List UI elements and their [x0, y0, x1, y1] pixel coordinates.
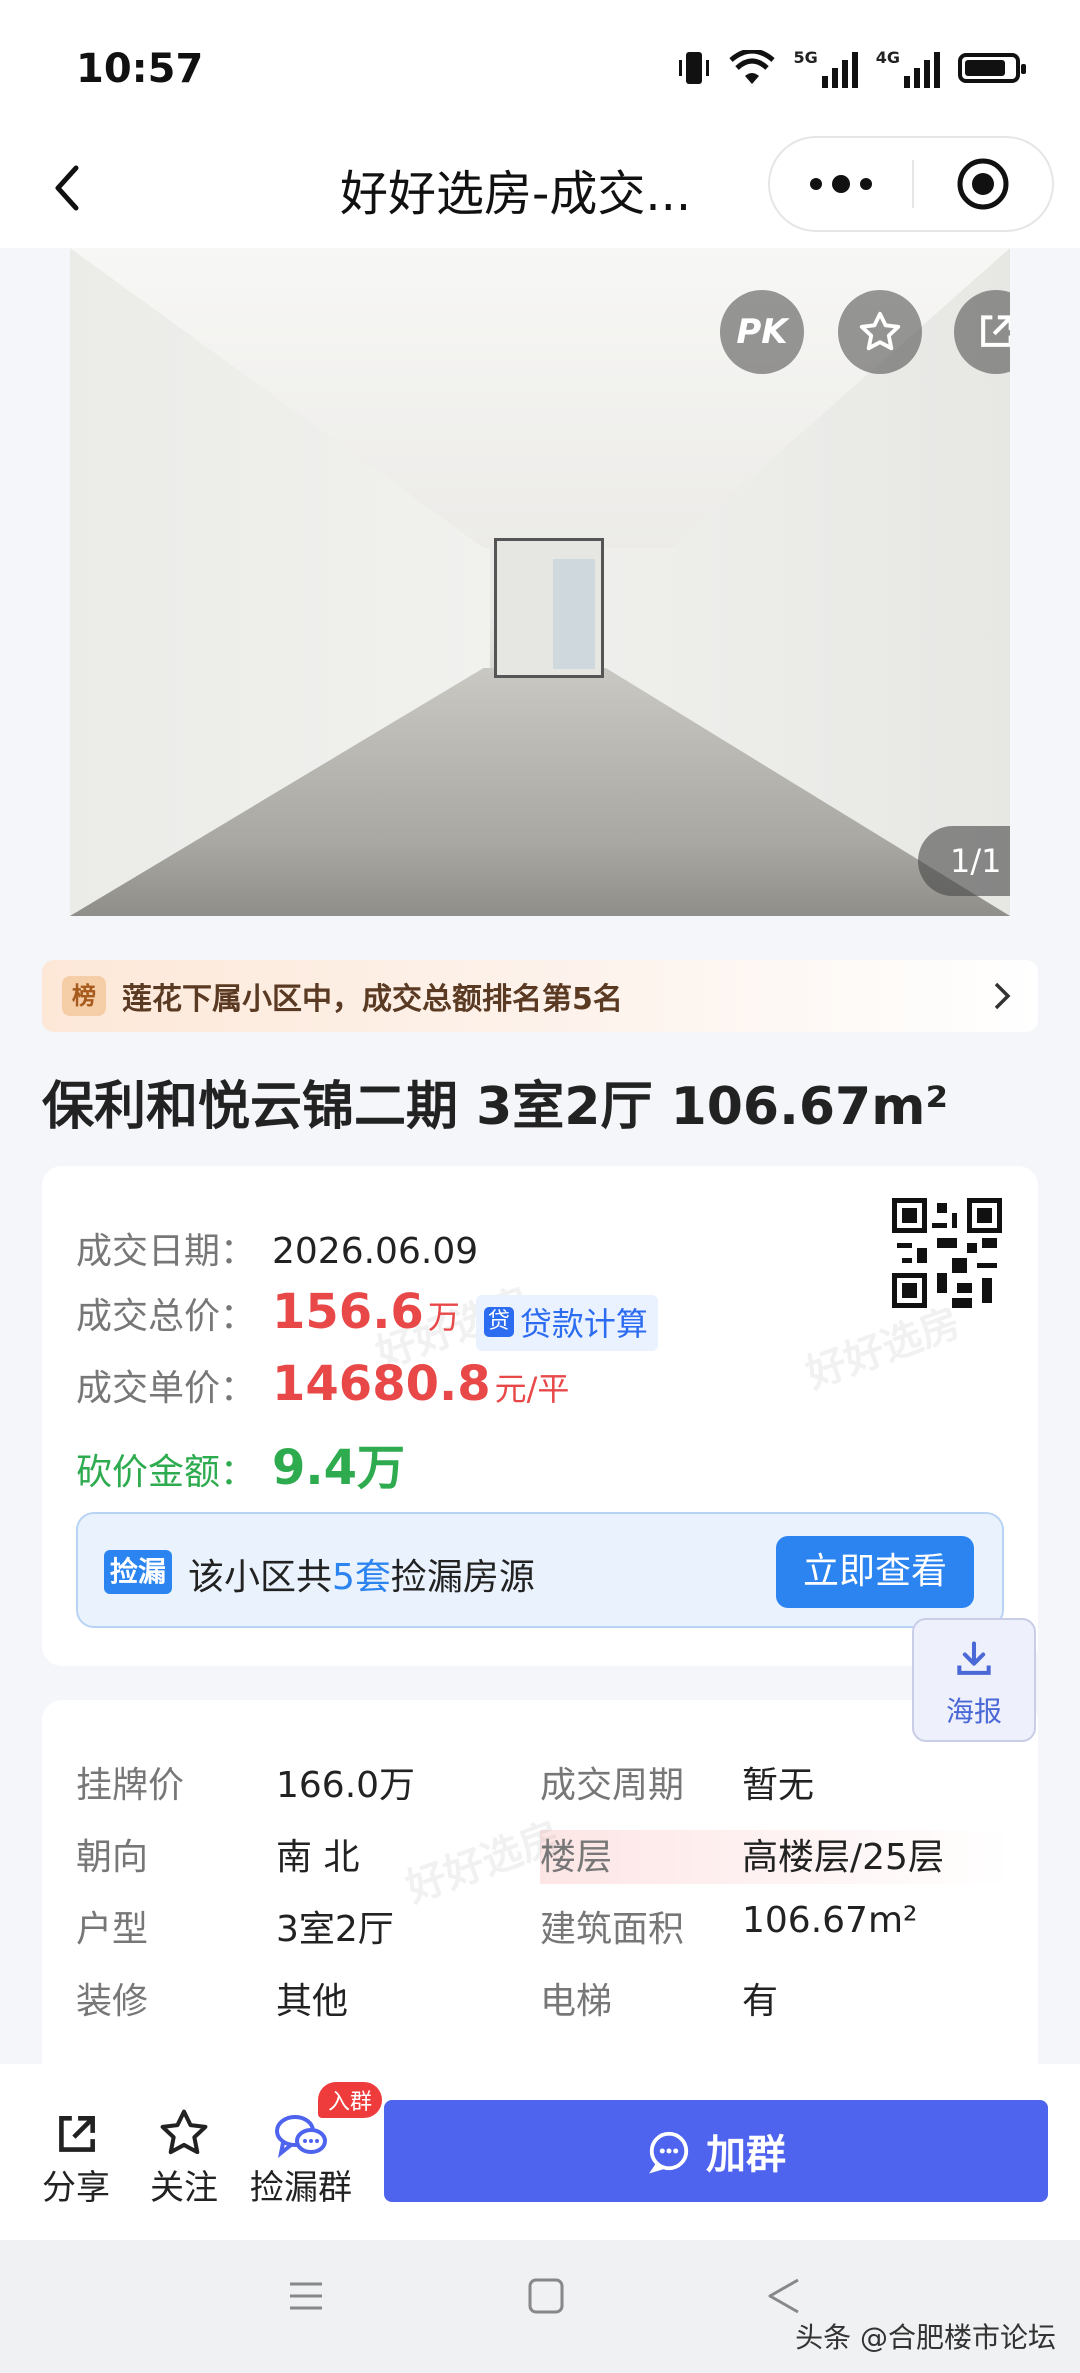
deal-total-row: 成交总价： 156.6 万 贷 贷款计算: [76, 1284, 658, 1351]
share-label: 分享: [42, 2168, 110, 2208]
spec-label: 电梯: [540, 1981, 613, 2022]
group-label: 捡漏群: [250, 2168, 352, 2208]
bargain-row: 砍价金额： 9.4万: [76, 1428, 405, 1498]
more-dot-icon: [832, 175, 850, 193]
detail-sheet: 榜 莲花下属小区中，成交总额排名第5名 保利和悦云锦二期 3室2厅 106.67…: [0, 916, 1080, 2120]
source-watermark: 头条 @合肥楼市论坛: [795, 2321, 1056, 2354]
menu-icon[interactable]: [286, 2276, 326, 2316]
spec-label: 挂牌价: [76, 1765, 185, 1806]
mini-program-capsule: [768, 136, 1054, 232]
bargain-hunt-tag: 捡漏: [104, 1550, 173, 1594]
deal-date-label: 成交日期：: [76, 1231, 257, 1272]
deal-unit-value: 14680.8: [272, 1356, 491, 1412]
spec-label: 成交周期: [540, 1765, 685, 1806]
star-outline-icon: [160, 2109, 208, 2155]
chat-icon: [649, 2131, 689, 2174]
house-photo[interactable]: PK 1/1: [70, 248, 1010, 916]
poster-button[interactable]: 海报: [912, 1618, 1036, 1742]
join-group-label: 加群: [706, 2132, 786, 2178]
photo-window: [494, 538, 604, 678]
loan-calculator-label: 贷款计算: [519, 1305, 648, 1343]
system-nav-bar: 头条 @合肥楼市论坛: [0, 2240, 1080, 2373]
close-mini-program-button[interactable]: [914, 138, 1052, 230]
deal-card: 好好选房 好好选房 成交日期： 2026.06.09 成交总价： 156.6 万…: [42, 1166, 1038, 1666]
rank-text: 莲花下属小区中，成交总额排名第5名: [122, 982, 623, 1017]
deal-total-label: 成交总价：: [76, 1296, 257, 1337]
wifi-icon: [729, 50, 776, 84]
spec-label: 朝向: [76, 1837, 149, 1878]
deal-total-unit: 万: [427, 1298, 460, 1336]
spec-value: 106.67m²: [742, 1900, 918, 1941]
follow-label: 关注: [150, 2168, 218, 2208]
bargain-label: 砍价金额：: [76, 1452, 257, 1493]
rank-tag: 榜: [62, 976, 106, 1016]
bottom-action-bar: 分享 关注 捡漏群 入群 加群: [0, 2064, 1080, 2240]
page-title: 好好选房-成交...: [340, 166, 692, 222]
join-group-button[interactable]: 加群: [384, 2100, 1048, 2202]
spec-value: 高楼层/25层: [742, 1837, 944, 1878]
more-dot-icon: [860, 178, 872, 190]
deal-unit-unit: 元/平: [494, 1370, 570, 1408]
deal-date-value: 2026.06.09: [272, 1231, 479, 1272]
signal-4g-icon: 4G: [876, 48, 940, 88]
qr-code-icon[interactable]: [892, 1198, 1002, 1308]
calculator-icon: 贷: [483, 1307, 514, 1337]
photo-counter: 1/1: [918, 826, 1010, 896]
spec-label: 楼层: [540, 1837, 613, 1878]
target-circle-icon: [957, 158, 1009, 210]
pk-button[interactable]: PK: [720, 290, 804, 374]
share-icon: [59, 2116, 95, 2152]
more-menu-button[interactable]: [770, 138, 912, 230]
home-icon[interactable]: [526, 2276, 566, 2316]
view-now-button[interactable]: 立即查看: [776, 1536, 974, 1608]
spec-value: 暂无: [742, 1765, 815, 1806]
external-share-icon: [981, 315, 1010, 347]
back-arrow-icon[interactable]: [40, 156, 100, 220]
favorite-button[interactable]: [838, 290, 922, 374]
spec-value: 南 北: [276, 1837, 360, 1878]
status-time: 10:57: [76, 46, 204, 92]
share-button[interactable]: 分享: [42, 2104, 110, 2209]
group-button[interactable]: 捡漏群: [250, 2104, 352, 2209]
rank-banner[interactable]: 榜 莲花下属小区中，成交总额排名第5名: [42, 960, 1038, 1032]
status-icons: 5G 4G: [677, 48, 1026, 88]
nav-header: 好好选房-成交...: [0, 130, 1080, 248]
back-triangle-icon[interactable]: [764, 2276, 804, 2316]
deal-unit-label: 成交单价：: [76, 1368, 257, 1409]
join-group-badge: 入群: [318, 2082, 383, 2118]
download-icon: [957, 1641, 991, 1675]
status-bar: 10:57 5G 4G: [0, 0, 1080, 130]
listing-title: 保利和悦云锦二期 3室2厅 106.67m²: [42, 1077, 949, 1137]
loan-calculator-button[interactable]: 贷 贷款计算: [475, 1295, 658, 1351]
star-icon: [859, 311, 901, 351]
spec-value: 其他: [276, 1981, 349, 2022]
spec-label: 建筑面积: [540, 1909, 685, 1950]
more-dot-icon: [810, 178, 822, 190]
bargain-hunt-banner[interactable]: 捡漏 该小区共5套捡漏房源 立即查看: [76, 1512, 1004, 1628]
spec-value: 有: [742, 1981, 779, 2022]
specs-card: 好好选房 挂牌价 166.0万 成交周期 暂无 朝向 南 北 楼层 高楼层/25…: [42, 1700, 1038, 2120]
follow-button[interactable]: 关注: [150, 2104, 218, 2209]
vibrate-icon: [679, 52, 710, 84]
spec-label: 装修: [76, 1981, 149, 2022]
bargain-hunt-text: 该小区共5套捡漏房源: [188, 1557, 535, 1598]
spec-value: 166.0万: [276, 1765, 416, 1806]
poster-label: 海报: [945, 1695, 1002, 1728]
spec-label: 户型: [76, 1909, 149, 1950]
chevron-right-icon: [994, 982, 1011, 1010]
bargain-value: 9.4万: [272, 1440, 406, 1496]
signal-5g-icon: 5G: [793, 48, 858, 88]
deal-unit-row: 成交单价： 14680.8 元/平: [76, 1356, 569, 1412]
deal-date-row: 成交日期： 2026.06.09: [76, 1222, 478, 1274]
spec-value: 3室2厅: [276, 1909, 394, 1950]
deal-total-value: 156.6: [272, 1284, 424, 1340]
battery-icon: [958, 53, 1026, 83]
